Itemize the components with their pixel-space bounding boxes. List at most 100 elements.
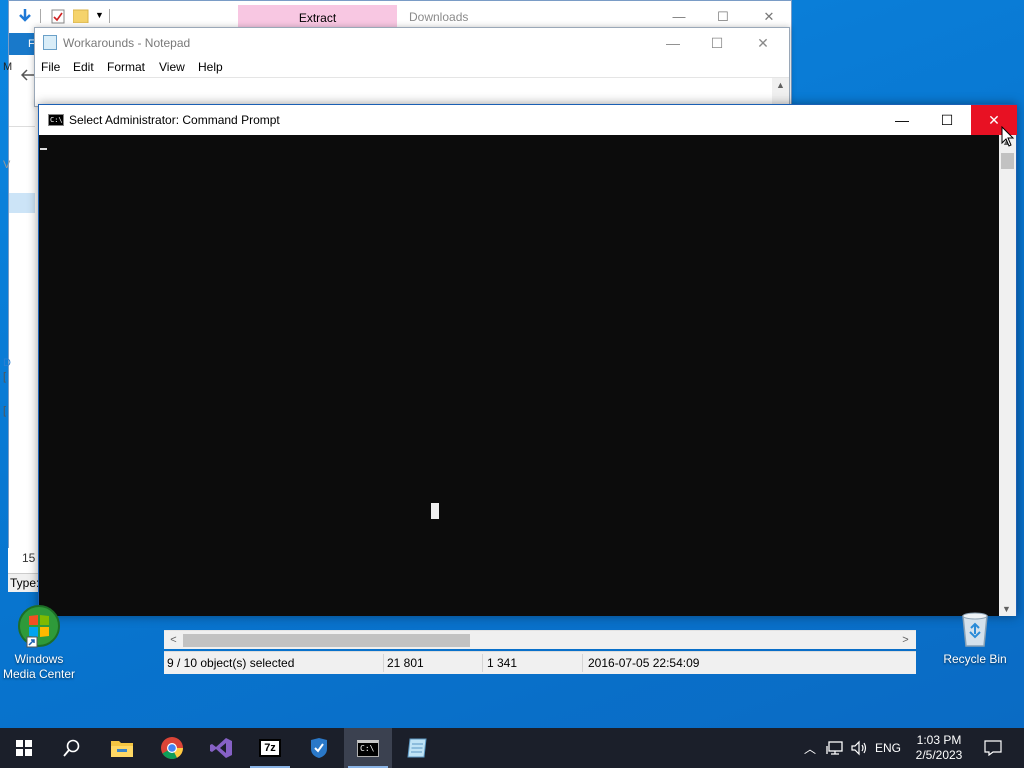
scroll-right-icon[interactable]: > bbox=[897, 632, 914, 649]
file-list-footer-left: 15 Type: bbox=[8, 548, 39, 592]
window-title: Downloads bbox=[409, 10, 469, 24]
properties-icon[interactable] bbox=[51, 9, 65, 24]
qat-dropdown-icon[interactable]: ▼ bbox=[95, 10, 104, 20]
cmd-titlebar[interactable]: C:\ Select Administrator: Command Prompt… bbox=[39, 105, 1017, 135]
show-hidden-icons-button[interactable]: ︿ bbox=[800, 728, 820, 768]
taskbar-shield-app[interactable] bbox=[295, 728, 343, 768]
type-column-label: Type: bbox=[8, 573, 39, 592]
status-separator bbox=[383, 654, 384, 672]
notepad-window[interactable]: Workarounds - Notepad — ☐ ✕ File Edit Fo… bbox=[34, 27, 790, 108]
close-button[interactable]: ✕ bbox=[759, 7, 779, 27]
menu-separator bbox=[35, 77, 789, 78]
menu-edit[interactable]: Edit bbox=[73, 60, 94, 74]
search-icon bbox=[63, 739, 80, 757]
icon-label-line1: Windows bbox=[14, 652, 64, 666]
chrome-icon bbox=[161, 737, 183, 759]
selection-status: 9 / 10 object(s) selected bbox=[167, 656, 295, 670]
recycle-bin-icon bbox=[951, 604, 999, 648]
clock-date: 2/5/2023 bbox=[915, 748, 963, 762]
packed-size-status: 1 341 bbox=[487, 656, 518, 670]
taskbar: 7z C:\ ︿ ENG 1:03 PM 2/5/2023 bbox=[0, 728, 1024, 768]
volume-button[interactable] bbox=[848, 728, 870, 768]
scroll-up-icon[interactable]: ▲ bbox=[776, 80, 785, 90]
taskbar-chrome[interactable] bbox=[148, 728, 196, 768]
text-cursor bbox=[40, 148, 47, 150]
command-prompt-icon: C:\ bbox=[48, 114, 64, 126]
notepad-title: Workarounds - Notepad bbox=[63, 36, 191, 50]
address-separator bbox=[9, 126, 35, 127]
minimize-button[interactable]: — bbox=[669, 7, 689, 27]
download-arrow-icon[interactable] bbox=[17, 8, 33, 24]
status-bar: 9 / 10 object(s) selected 21 801 1 341 2… bbox=[164, 651, 916, 674]
partial-text-m: M bbox=[3, 61, 13, 73]
command-prompt-icon: C:\ bbox=[357, 739, 379, 757]
scroll-thumb[interactable] bbox=[1001, 153, 1014, 169]
cmd-minimize-button[interactable]: — bbox=[879, 105, 925, 135]
clock[interactable]: 1:03 PM 2/5/2023 bbox=[906, 728, 972, 768]
7zip-icon: 7z bbox=[259, 739, 281, 757]
speaker-icon bbox=[851, 740, 867, 756]
icon-label-line2: Media Center bbox=[2, 667, 76, 681]
search-button[interactable] bbox=[48, 728, 96, 768]
action-center-button[interactable] bbox=[978, 728, 1008, 768]
icon-label: Recycle Bin bbox=[943, 652, 1007, 666]
selection-block-cursor bbox=[431, 503, 439, 519]
notepad-minimize-button[interactable]: — bbox=[653, 31, 693, 55]
network-button[interactable] bbox=[823, 728, 847, 768]
notepad-maximize-button[interactable]: ☐ bbox=[697, 31, 737, 55]
partial-text-d: D bbox=[3, 357, 11, 369]
taskbar-7zip[interactable]: 7z bbox=[246, 728, 294, 768]
partial-bracket: [ bbox=[3, 371, 7, 383]
menu-view[interactable]: View bbox=[159, 60, 185, 74]
nav-selected-item[interactable] bbox=[9, 193, 35, 213]
menu-file[interactable]: File bbox=[41, 60, 60, 74]
network-icon bbox=[826, 741, 843, 755]
cmd-maximize-button[interactable]: ☐ bbox=[924, 105, 970, 135]
cmd-title: Select Administrator: Command Prompt bbox=[69, 113, 280, 127]
taskbar-visual-studio[interactable] bbox=[197, 728, 245, 768]
language-indicator[interactable]: ENG bbox=[872, 728, 904, 768]
notification-icon bbox=[984, 740, 1002, 756]
start-button[interactable] bbox=[0, 728, 48, 768]
toolbar-separator bbox=[40, 9, 41, 23]
notepad-titlebar[interactable]: Workarounds - Notepad — ☐ ✕ bbox=[35, 28, 789, 57]
notepad-icon bbox=[43, 35, 57, 50]
cmd-vertical-scrollbar[interactable]: ▲ ▼ bbox=[999, 135, 1016, 616]
menu-format[interactable]: Format bbox=[107, 60, 145, 74]
start-icon bbox=[16, 740, 32, 756]
clock-time: 1:03 PM bbox=[916, 733, 962, 747]
command-prompt-window[interactable]: C:\ Select Administrator: Command Prompt… bbox=[38, 104, 1017, 616]
ribbon-file-tab[interactable]: F bbox=[9, 33, 35, 55]
item-count-partial: 15 bbox=[22, 551, 36, 565]
desktop: ▼ Extract Downloads — ☐ ✕ F M V D [ [ 15… bbox=[0, 0, 1024, 728]
size-status: 21 801 bbox=[387, 656, 424, 670]
desktop-icon-windows-media-center[interactable]: Windows Media Center bbox=[1, 604, 77, 682]
notepad-close-button[interactable]: ✕ bbox=[743, 31, 783, 55]
status-separator bbox=[582, 654, 583, 672]
new-folder-icon[interactable] bbox=[73, 9, 89, 23]
partial-text-v: V bbox=[3, 159, 11, 171]
windows-media-center-icon bbox=[15, 604, 63, 648]
visual-studio-icon bbox=[210, 738, 232, 758]
notepad-icon bbox=[407, 738, 427, 758]
partial-bracket: [ bbox=[3, 405, 7, 417]
scroll-left-icon[interactable]: < bbox=[165, 632, 182, 649]
file-explorer-icon bbox=[111, 741, 133, 757]
chevron-up-icon: ︿ bbox=[803, 741, 816, 756]
notepad-menubar: File Edit Format View Help bbox=[35, 57, 789, 77]
menu-help[interactable]: Help bbox=[198, 60, 223, 74]
scroll-thumb[interactable] bbox=[183, 634, 470, 647]
modified-status: 2016-07-05 22:54:09 bbox=[588, 656, 700, 670]
extract-context-tab[interactable]: Extract bbox=[238, 5, 397, 29]
desktop-icon-recycle-bin[interactable]: Recycle Bin bbox=[937, 604, 1013, 667]
horizontal-scrollbar[interactable]: < > bbox=[164, 630, 916, 649]
taskbar-notepad[interactable] bbox=[393, 728, 441, 768]
shield-app-icon bbox=[311, 738, 327, 758]
toolbar-separator bbox=[109, 9, 110, 23]
status-separator bbox=[482, 654, 483, 672]
maximize-button[interactable]: ☐ bbox=[713, 7, 733, 27]
taskbar-file-explorer[interactable] bbox=[98, 728, 146, 768]
back-arrow-icon[interactable] bbox=[21, 68, 35, 82]
taskbar-command-prompt[interactable]: C:\ bbox=[344, 728, 392, 768]
console-output-area[interactable] bbox=[39, 135, 1001, 616]
